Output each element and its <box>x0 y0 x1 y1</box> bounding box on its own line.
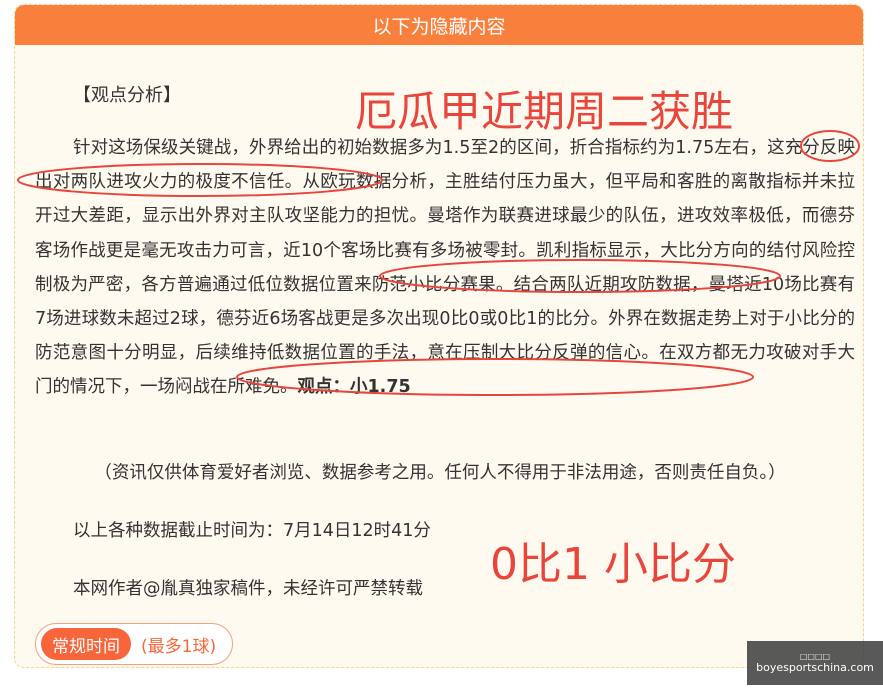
cutoff-time-text: 以上各种数据截止时间为：7月14日12时41分 <box>73 521 431 541</box>
max-goals-text: (最多1球) <box>141 636 217 657</box>
analysis-paragraph: 针对这场保级关键战，外界给出的初始数据多为1.5至2的区间，折合指标约为1.75… <box>35 131 855 405</box>
author-text: 本网作者@胤真独家稿件，未经许可严禁转载 <box>73 579 423 599</box>
watermark-site: boyesportschina.com <box>756 661 874 674</box>
market-tag[interactable]: 常规时间 (最多1球) <box>35 623 233 665</box>
disclaimer-text: （资讯仅供体育爱好者浏览、数据参考之用。任何人不得用于非法用途，否则责任自负。） <box>94 463 786 483</box>
overlay-score: 0比1 小比分 <box>490 539 736 590</box>
watermark-glyphs: □□□□ <box>799 652 831 661</box>
analysis-heading: 【观点分析】 <box>73 85 181 106</box>
overlay-title: 厄瓜甲近期周二获胜 <box>355 87 734 136</box>
regular-time-button[interactable]: 常规时间 <box>41 628 131 660</box>
hidden-content-header: 以下为隐藏内容 <box>15 5 863 45</box>
site-watermark: □□□□ boyesportschina.com <box>747 641 883 685</box>
conclusion-text: 观点：小1.75 <box>297 377 411 398</box>
analysis-text: 针对这场保级关键战，外界给出的初始数据多为1.5至2的区间，折合指标约为1.75… <box>35 138 855 398</box>
